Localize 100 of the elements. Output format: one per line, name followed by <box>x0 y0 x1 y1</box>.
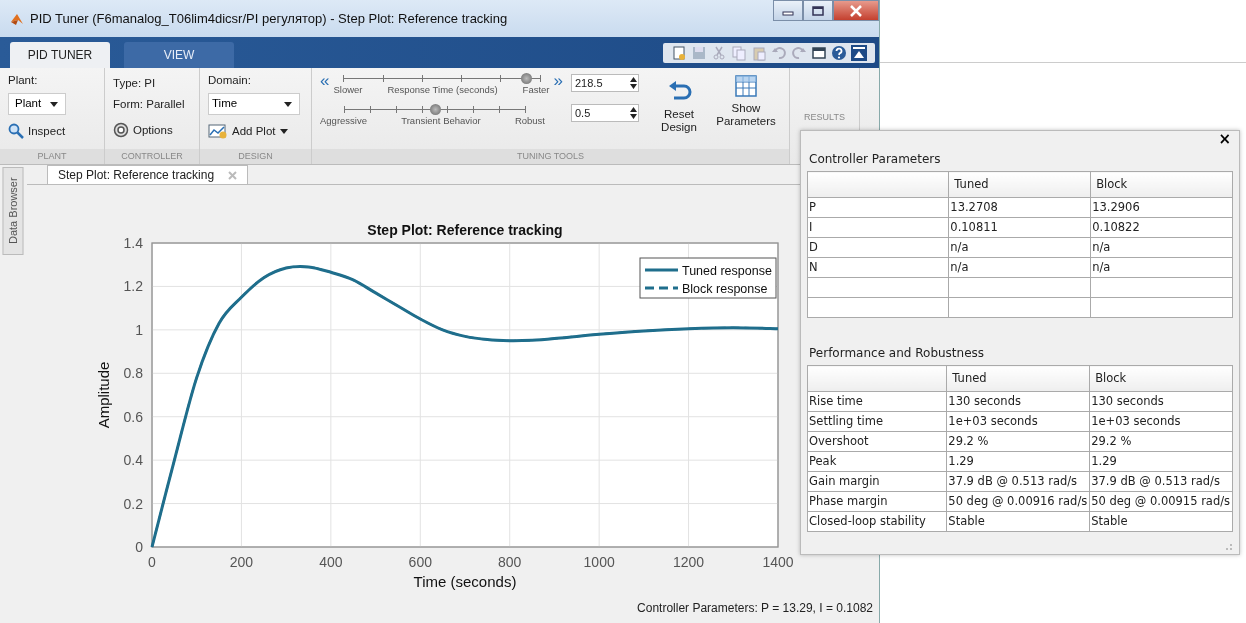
table-cell: n/a <box>1090 257 1233 278</box>
close-button[interactable]: × <box>1216 132 1233 147</box>
table-cell: I <box>807 217 949 238</box>
slider-label: Robust <box>514 114 545 129</box>
column-header: Block <box>1090 171 1233 198</box>
reset-design-button[interactable]: Reset Design <box>655 74 703 135</box>
stepper-icon <box>629 76 638 90</box>
table-cell: Settling time <box>807 411 947 432</box>
table-cell: 0.10822 <box>1090 217 1233 238</box>
tick-label: 0 <box>148 554 156 570</box>
tick-label: 400 <box>319 554 343 570</box>
axis-title: Amplitude <box>95 361 112 429</box>
slider-thumb[interactable] <box>429 104 441 116</box>
tick-label: 0.2 <box>123 495 143 512</box>
table-cell: Overshoot <box>807 431 947 452</box>
paste-icon[interactable] <box>751 44 767 61</box>
table-cell: 130 seconds <box>1089 391 1233 412</box>
table-cell: Closed-loop stability <box>807 511 947 532</box>
add-plot-button[interactable]: Add Plot <box>208 122 290 140</box>
slider-label: Slower <box>333 83 363 97</box>
table-cell: 1.29 <box>946 451 1090 472</box>
undo-icon[interactable] <box>771 44 787 61</box>
options-button[interactable]: Options <box>113 121 173 139</box>
column-header: Tuned <box>948 171 1091 198</box>
inspect-button[interactable]: Inspect <box>8 122 66 140</box>
table-cell: N <box>807 257 949 278</box>
caret-icon <box>49 99 60 108</box>
slider-track[interactable] <box>344 105 525 115</box>
section-label: RESULTS <box>803 111 846 124</box>
slider-label: Transient Behavior <box>401 114 481 129</box>
table-cell: 13.2906 <box>1090 197 1233 218</box>
section-label: TUNING TOOLS <box>312 149 789 164</box>
help-icon[interactable] <box>831 44 847 61</box>
table-cell: 130 seconds <box>946 391 1090 412</box>
tick-label: 200 <box>229 554 254 570</box>
table-cell: 0.10811 <box>948 217 1091 238</box>
tick-label: 1.2 <box>123 278 143 295</box>
table-cell: 13.2708 <box>948 197 1091 218</box>
table-icon <box>734 74 758 98</box>
maximize-button[interactable] <box>803 0 833 21</box>
close-button[interactable] <box>833 0 879 21</box>
tick-label: 0.6 <box>123 408 143 425</box>
side-tab[interactable]: Data Browser <box>3 167 24 255</box>
arrow-button[interactable]: » <box>553 74 563 88</box>
section-label: DESIGN <box>200 149 311 164</box>
table-cell: 37.9 dB @ 0.513 rad/s <box>1089 471 1233 492</box>
document-tab[interactable]: Step Plot: Reference tracking <box>47 165 249 184</box>
slider-label: Faster <box>522 83 550 97</box>
table-cell: 29.2 % <box>946 431 1090 452</box>
tick-label: 0.4 <box>123 452 143 469</box>
tick-label: 0.8 <box>123 365 143 382</box>
table-cell: 29.2 % <box>1089 431 1233 452</box>
copy-icon[interactable] <box>731 44 747 61</box>
domain-dropdown[interactable]: Time <box>208 93 300 115</box>
legend-label: Tuned response <box>682 264 772 278</box>
table-cell: P <box>807 197 949 218</box>
tick-label: 800 <box>498 554 522 570</box>
search-icon <box>8 123 24 140</box>
maximize-icon <box>812 5 824 16</box>
column-header: Tuned <box>946 365 1090 392</box>
slider-track[interactable] <box>343 74 540 83</box>
axis-title: Time (seconds) <box>413 573 517 590</box>
table-cell: Gain margin <box>807 471 947 492</box>
tick-label: 0 <box>135 539 143 555</box>
tick-label: 1000 <box>583 554 615 570</box>
tick-label: 600 <box>408 554 432 570</box>
table-cell: 50 deg @ 0.00915 rad/s <box>1089 491 1233 512</box>
table-cell: 1e+03 seconds <box>1089 411 1233 432</box>
field-label: Domain: <box>208 73 252 88</box>
caret-icon <box>279 127 290 136</box>
ribbon-tab[interactable]: PID TUNER <box>10 42 110 68</box>
number-field[interactable]: 0.5 <box>571 104 639 122</box>
window-icon[interactable] <box>811 44 827 61</box>
ribbon-tab[interactable]: VIEW <box>124 42 234 68</box>
tick-label: 1200 <box>673 554 705 570</box>
resize-grip-icon <box>1225 543 1233 551</box>
collapse-icon[interactable] <box>851 44 867 61</box>
tick-label: 1.4 <box>123 235 143 251</box>
section-title: Performance and Robustness <box>809 345 986 362</box>
slider-thumb[interactable] <box>520 73 532 84</box>
chart-title: Step Plot: Reference tracking <box>367 222 563 238</box>
plant-dropdown[interactable]: Plant <box>8 93 67 115</box>
controller-form: Form: Parallel <box>113 97 186 113</box>
cut-icon[interactable] <box>711 44 727 61</box>
number-field[interactable]: 218.5 <box>571 74 639 92</box>
arrow-button[interactable]: « <box>320 74 330 88</box>
table-cell: Phase margin <box>807 491 947 512</box>
column-header: Block <box>1089 365 1233 392</box>
controller-type: Type: PI <box>113 76 157 91</box>
document-icon[interactable] <box>671 44 687 61</box>
table-cell: Rise time <box>807 391 947 412</box>
table-cell: Stable <box>1089 511 1233 532</box>
table-cell: n/a <box>948 257 1091 278</box>
legend-label: Block response <box>682 282 768 296</box>
show-parameters-button[interactable]: Show Parameters <box>711 74 781 129</box>
table-cell: n/a <box>1090 237 1233 258</box>
gear-icon <box>113 122 129 139</box>
close-icon[interactable] <box>228 170 238 180</box>
table-cell: D <box>807 237 949 258</box>
tick-label: 1 <box>135 321 143 338</box>
